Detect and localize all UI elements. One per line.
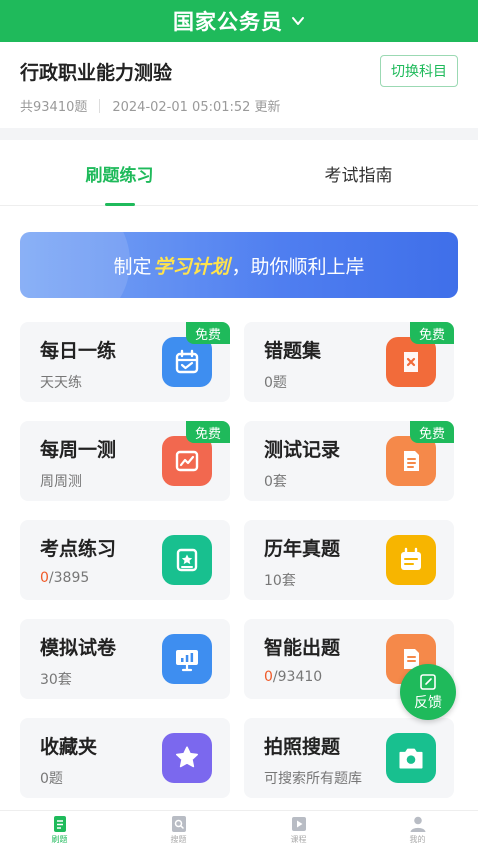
switch-subject-button[interactable]: 切换科目 (380, 55, 458, 87)
presentation-icon (162, 634, 212, 684)
card-subtitle: 0/3895 (40, 570, 89, 586)
question-count: 共93410题 (20, 100, 88, 115)
progress-total: /3895 (48, 570, 90, 586)
card-title: 每周一测 (40, 439, 117, 461)
card-mock-exams[interactable]: 模拟试卷 30套 (20, 619, 230, 699)
exam-calendar-icon (386, 535, 436, 585)
free-badge: 免费 (186, 421, 230, 443)
banner-prefix: 制定 (113, 255, 152, 278)
card-daily-practice[interactable]: 每日一练 天天练 免费 (20, 322, 230, 402)
card-subtitle: 0题 (40, 771, 63, 787)
nav-item-practice[interactable]: 刷题 (0, 815, 119, 850)
feedback-button[interactable]: 反馈 (400, 664, 456, 720)
calendar-check-icon (162, 337, 212, 387)
card-topic-practice[interactable]: 考点练习 0/3895 (20, 520, 230, 600)
card-test-records[interactable]: 测试记录 0套 免费 (244, 421, 454, 501)
nav-label: 课程 (290, 835, 307, 844)
card-subtitle: 天天练 (40, 375, 82, 391)
nav-label: 我的 (409, 835, 426, 844)
card-subtitle: 0套 (264, 474, 287, 490)
edit-icon (420, 673, 436, 690)
card-subtitle: 周周测 (40, 474, 82, 490)
subject-panel: 行政职业能力测验 共93410题 2024-02-01 05:01:52 更新 … (0, 42, 478, 128)
free-badge: 免费 (410, 322, 454, 344)
tab-practice[interactable]: 刷题练习 (0, 140, 239, 206)
card-photo-search[interactable]: 拍照搜题 可搜索所有题库 (244, 718, 454, 798)
update-time: 2024-02-01 05:01:52 更新 (112, 100, 281, 115)
nav-item-search[interactable]: 搜题 (119, 815, 238, 850)
chevron-down-icon[interactable] (291, 14, 305, 28)
meta-divider (99, 98, 101, 113)
feedback-label: 反馈 (414, 694, 442, 711)
search-icon (171, 816, 186, 832)
user-icon (410, 816, 425, 832)
banner-highlight: 学习计划 (153, 255, 230, 278)
tab-bar: 刷题练习 考试指南 (0, 140, 478, 206)
progress-done: 0 (40, 570, 49, 586)
video-icon (291, 817, 306, 831)
tab-active-indicator (104, 203, 135, 206)
card-title: 错题集 (264, 340, 322, 362)
tab-exam-guide[interactable]: 考试指南 (239, 140, 478, 206)
card-past-papers[interactable]: 历年真题 10套 (244, 520, 454, 600)
card-title: 模拟试卷 (40, 637, 117, 659)
card-title: 测试记录 (264, 439, 341, 461)
record-doc-icon (386, 436, 436, 486)
card-title: 拍照搜题 (264, 736, 341, 758)
trend-chart-icon (162, 436, 212, 486)
card-subtitle: 0/93410 (264, 669, 322, 685)
card-subtitle: 可搜索所有题库 (264, 771, 362, 787)
card-wrong-questions[interactable]: 错题集 0题 免费 (244, 322, 454, 402)
banner-suffix: ，助你顺利上岸 (231, 255, 365, 278)
star-icon (162, 733, 212, 783)
progress-total: /93410 (272, 669, 323, 685)
nav-item-courses[interactable]: 课程 (239, 815, 358, 850)
star-badge-icon (162, 535, 212, 585)
card-title: 考点练习 (40, 538, 117, 560)
bottom-nav: 刷题 搜题 课程 我的 (0, 810, 478, 850)
top-bar: 国家公务员 (0, 0, 478, 42)
free-badge: 免费 (186, 322, 230, 344)
tab-practice-label: 刷题练习 (85, 165, 154, 186)
progress-done: 0 (264, 669, 273, 685)
card-title: 每日一练 (40, 340, 117, 362)
card-title: 历年真题 (264, 538, 341, 560)
card-title: 智能出题 (264, 637, 341, 659)
wrong-doc-icon (386, 337, 436, 387)
nav-item-profile[interactable]: 我的 (358, 815, 477, 850)
camera-icon (386, 733, 436, 783)
card-subtitle: 0题 (264, 375, 287, 391)
study-plan-banner[interactable]: 制定 学习计划 ，助你顺利上岸 (20, 232, 458, 298)
free-badge: 免费 (410, 421, 454, 443)
nav-label: 刷题 (51, 835, 68, 844)
exam-category-title[interactable]: 国家公务员 (173, 6, 283, 36)
practice-icon (53, 816, 66, 832)
tab-exam-guide-label: 考试指南 (324, 165, 393, 186)
section-gap (0, 128, 478, 140)
card-title: 收藏夹 (40, 736, 98, 758)
nav-label: 搜题 (170, 835, 187, 844)
card-weekly-test[interactable]: 每周一测 周周测 免费 (20, 421, 230, 501)
subject-name: 行政职业能力测验 (20, 62, 173, 84)
card-subtitle: 30套 (40, 672, 72, 688)
subject-meta: 共93410题 2024-02-01 05:01:52 更新 (20, 96, 281, 115)
card-favorites[interactable]: 收藏夹 0题 (20, 718, 230, 798)
card-subtitle: 10套 (264, 573, 296, 589)
